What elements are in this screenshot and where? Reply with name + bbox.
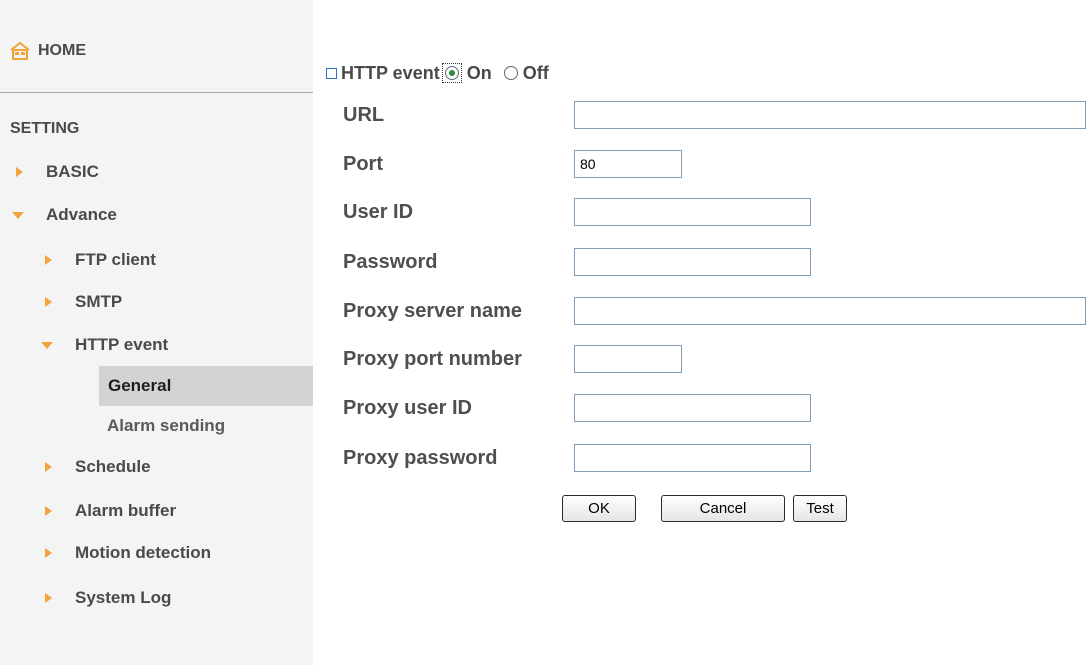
sidebar-item-label: Advance (46, 205, 117, 224)
sidebar-item-ftp-client[interactable]: FTP client (43, 246, 156, 274)
proxy-port-number-label: Proxy port number (343, 348, 522, 370)
proxy-port-number-input[interactable] (574, 345, 682, 373)
proxy-server-name-input[interactable] (574, 297, 1086, 325)
sidebar-item-label: FTP client (75, 250, 156, 269)
chevron-right-icon (43, 461, 55, 473)
proxy-password-label: Proxy password (343, 447, 498, 469)
sidebar-item-label: Motion detection (75, 543, 211, 562)
http-event-title: HTTP event (341, 62, 440, 83)
radio-focus-box (441, 63, 462, 83)
proxy-user-id-input[interactable] (574, 394, 811, 422)
http-event-checkbox[interactable] (326, 67, 337, 79)
home-label: HOME (38, 42, 86, 59)
sidebar-item-label: General (108, 376, 172, 395)
http-event-header: HTTP event On Off (326, 61, 561, 85)
password-input[interactable] (574, 248, 811, 276)
sidebar-item-smtp[interactable]: SMTP (43, 288, 122, 316)
chevron-right-icon (43, 592, 55, 604)
sidebar-item-alarm-buffer[interactable]: Alarm buffer (43, 497, 176, 525)
sidebar-item-general[interactable]: General (99, 366, 313, 406)
url-input[interactable] (574, 101, 1086, 129)
sidebar-item-label: HTTP event (75, 335, 169, 354)
proxy-server-name-label: Proxy server name (343, 300, 523, 322)
sidebar: HOME SETTING BASIC Advance FTP client SM… (0, 0, 313, 665)
setting-heading: SETTING (10, 120, 80, 137)
on-radio[interactable] (444, 66, 459, 80)
home-icon (10, 42, 30, 60)
cancel-button[interactable]: Cancel (661, 495, 785, 522)
sidebar-item-motion-detection[interactable]: Motion detection (43, 539, 211, 567)
sidebar-item-basic[interactable]: BASIC (14, 158, 99, 186)
proxy-password-input[interactable] (574, 444, 811, 472)
chevron-right-icon (14, 166, 26, 178)
user-id-input[interactable] (574, 198, 811, 226)
off-radio[interactable] (503, 66, 518, 80)
sidebar-item-label: Alarm buffer (75, 501, 177, 520)
sidebar-item-alarm-sending[interactable]: Alarm sending (107, 416, 225, 436)
chevron-right-icon (43, 505, 55, 517)
port-label: Port (343, 153, 383, 175)
sidebar-item-system-log[interactable]: System Log (43, 584, 171, 612)
chevron-down-icon (12, 209, 24, 221)
sidebar-item-label: SMTP (75, 292, 123, 311)
password-label: Password (343, 251, 438, 273)
chevron-right-icon (43, 547, 55, 559)
sidebar-item-label: Schedule (75, 457, 151, 476)
ok-button[interactable]: OK (562, 495, 636, 522)
proxy-user-id-label: Proxy user ID (343, 397, 472, 419)
home-link[interactable]: HOME (10, 38, 86, 64)
sidebar-divider (0, 92, 313, 93)
url-label: URL (343, 104, 385, 126)
user-id-label: User ID (343, 201, 414, 223)
chevron-down-icon (41, 339, 53, 351)
chevron-right-icon (43, 254, 55, 266)
port-input[interactable] (574, 150, 682, 178)
off-label: Off (522, 62, 549, 83)
test-button[interactable]: Test (793, 495, 847, 522)
sidebar-item-schedule[interactable]: Schedule (43, 453, 151, 481)
chevron-right-icon (43, 296, 55, 308)
sidebar-item-label: System Log (75, 588, 172, 607)
on-label: On (466, 62, 492, 83)
sidebar-item-http-event[interactable]: HTTP event (41, 331, 168, 359)
sidebar-item-label: BASIC (46, 162, 99, 181)
sidebar-item-advance[interactable]: Advance (12, 201, 117, 229)
